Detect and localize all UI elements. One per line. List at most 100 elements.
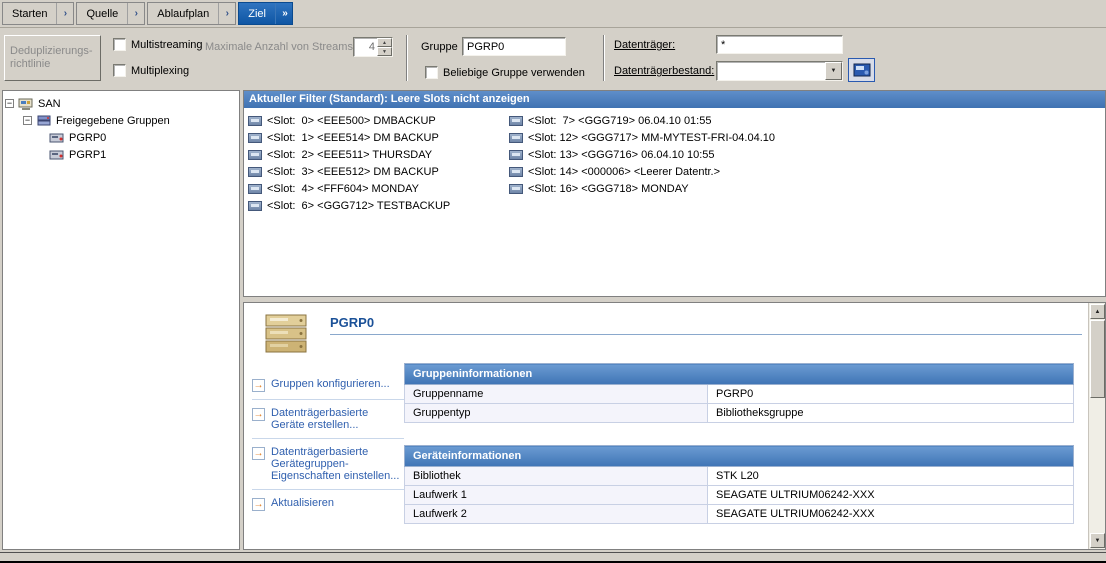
- group-details-panel: PGRP0 → Gruppen konfigurieren... → Daten…: [243, 302, 1106, 550]
- slot-label: <Slot: 3> <EEE512> DM BACKUP: [267, 166, 439, 178]
- table-row: Laufwerk 2 SEAGATE ULTRIUM06242-XXX: [405, 505, 1074, 524]
- gruppe-input[interactable]: [462, 37, 566, 56]
- tree-item-label: PGRP1: [69, 149, 106, 161]
- table-row: Bibliothek STK L20: [405, 467, 1074, 486]
- chevron-right-icon: ›: [127, 3, 144, 24]
- spinner-buttons: ▲ ▼: [377, 38, 392, 56]
- row-value: Bibliotheksgruppe: [708, 404, 1074, 423]
- tape-icon: [248, 184, 262, 194]
- datentraeger-label: Datenträger:: [614, 39, 675, 51]
- slot-item[interactable]: <Slot: 14> <000006> <Leerer Datentr.>: [509, 163, 775, 180]
- tree-item-san[interactable]: − SAN: [5, 95, 237, 112]
- row-label: Gruppentyp: [405, 404, 708, 423]
- slot-column-2: <Slot: 7> <GGG719> 06.04.10 01:55 <Slot:…: [509, 112, 775, 197]
- slot-item[interactable]: <Slot: 7> <GGG719> 06.04.10 01:55: [509, 112, 775, 129]
- scroll-up-icon[interactable]: ▲: [1090, 304, 1105, 319]
- toolbar-separator: [406, 35, 408, 81]
- link-arrow-icon: →: [252, 498, 265, 511]
- link-label: Datenträgerbasierte Geräte erstellen...: [271, 407, 404, 431]
- slot-label: <Slot: 13> <GGG716> 06.04.10 10:55: [528, 149, 715, 161]
- vertical-scrollbar[interactable]: ▲ ▼: [1088, 303, 1105, 549]
- datentraegerbestand-label: Datenträgerbestand:: [614, 65, 714, 77]
- spin-down-icon[interactable]: ▼: [377, 47, 392, 56]
- slot-item[interactable]: <Slot: 16> <GGG718> MONDAY: [509, 180, 775, 197]
- tree-item-label: SAN: [38, 98, 61, 110]
- scroll-down-icon[interactable]: ▼: [1090, 533, 1105, 548]
- slot-item[interactable]: <Slot: 12> <GGG717> MM-MYTEST-FRI-04.04.…: [509, 129, 775, 146]
- slot-list: <Slot: 0> <EEE500> DMBACKUP <Slot: 1> <E…: [244, 108, 1105, 214]
- max-streams-value: 4: [354, 38, 377, 56]
- media-cartridge-icon: [853, 63, 871, 77]
- tree-item-pgrp0[interactable]: PGRP0: [5, 129, 237, 146]
- datentraeger-input[interactable]: [716, 35, 843, 54]
- tab-ziel-label: Ziel: [239, 3, 275, 24]
- multiplexing-label[interactable]: Multiplexing: [131, 65, 189, 77]
- action-links: → Gruppen konfigurieren... → Datenträger…: [252, 371, 404, 518]
- table-header: Geräteinformationen: [405, 446, 1074, 467]
- datentraegerbestand-select[interactable]: ▼: [716, 61, 843, 81]
- tape-icon: [248, 133, 262, 143]
- dropdown-arrow-icon[interactable]: ▼: [825, 62, 842, 80]
- datentraegerbestand-value: [717, 62, 825, 80]
- spin-up-icon[interactable]: ▲: [377, 38, 392, 47]
- beliebige-gruppe-label[interactable]: Beliebige Gruppe verwenden: [443, 67, 585, 79]
- tape-icon: [509, 116, 523, 126]
- main-area: − SAN − Freigegebene Gruppen PGRP0: [0, 89, 1106, 551]
- slot-item[interactable]: <Slot: 6> <GGG712> TESTBACKUP: [248, 197, 1105, 214]
- slot-item[interactable]: <Slot: 13> <GGG716> 06.04.10 10:55: [509, 146, 775, 163]
- link-geraete-erstellen[interactable]: → Datenträgerbasierte Geräte erstellen..…: [252, 399, 404, 438]
- geraeteinformationen-table: Geräteinformationen Bibliothek STK L20 L…: [404, 445, 1074, 524]
- tape-icon: [248, 150, 262, 160]
- deduplizierungsrichtlinie-button[interactable]: Deduplizierungs-richtlinie: [4, 35, 101, 81]
- title-divider: [330, 334, 1082, 335]
- multistreaming-label[interactable]: Multistreaming: [131, 39, 203, 51]
- drive-stack-icon: [261, 311, 311, 360]
- info-tables: Gruppeninformationen Gruppenname PGRP0 G…: [404, 363, 1074, 546]
- row-value: STK L20: [708, 467, 1074, 486]
- slot-label: <Slot: 0> <EEE500> DMBACKUP: [267, 115, 436, 127]
- chevron-right-icon: ›: [218, 3, 235, 24]
- media-pool-button[interactable]: [848, 58, 875, 82]
- tree-item-pgrp1[interactable]: PGRP1: [5, 146, 237, 163]
- row-label: Bibliothek: [405, 467, 708, 486]
- row-value: SEAGATE ULTRIUM06242-XXX: [708, 505, 1074, 524]
- slot-label: <Slot: 7> <GGG719> 06.04.10 01:55: [528, 115, 711, 127]
- multistreaming-checkbox[interactable]: [113, 38, 126, 51]
- gruppeninformationen-table: Gruppeninformationen Gruppenname PGRP0 G…: [404, 363, 1074, 423]
- slots-panel: Aktueller Filter (Standard): Leere Slots…: [243, 90, 1106, 297]
- link-label: Aktualisieren: [271, 497, 334, 509]
- tape-icon: [509, 150, 523, 160]
- slot-label: <Slot: 6> <GGG712> TESTBACKUP: [267, 200, 450, 212]
- link-aktualisieren[interactable]: → Aktualisieren: [252, 489, 404, 518]
- max-streams-spinner[interactable]: 4 ▲ ▼: [353, 37, 393, 57]
- row-value: SEAGATE ULTRIUM06242-XXX: [708, 486, 1074, 505]
- link-gruppen-konfigurieren[interactable]: → Gruppen konfigurieren...: [252, 371, 404, 399]
- multistreaming-option: Multistreaming: [113, 38, 203, 51]
- collapse-icon[interactable]: −: [5, 99, 14, 108]
- table-row: Laufwerk 1 SEAGATE ULTRIUM06242-XXX: [405, 486, 1074, 505]
- slot-label: <Slot: 12> <GGG717> MM-MYTEST-FRI-04.04.…: [528, 132, 775, 144]
- tab-ablaufplan[interactable]: Ablaufplan ›: [147, 2, 236, 25]
- right-area: Aktueller Filter (Standard): Leere Slots…: [243, 90, 1106, 550]
- tab-ziel[interactable]: Ziel »: [238, 2, 293, 25]
- row-label: Gruppenname: [405, 385, 708, 404]
- scrollbar-thumb[interactable]: [1090, 320, 1105, 398]
- tree-item-freigegebene-gruppen[interactable]: − Freigegebene Gruppen: [5, 112, 237, 129]
- link-geraetegruppen-eigenschaften[interactable]: → Datenträgerbasierte Gerätegruppen-Eige…: [252, 438, 404, 489]
- tape-icon: [509, 133, 523, 143]
- multiplexing-checkbox[interactable]: [113, 64, 126, 77]
- collapse-icon[interactable]: −: [23, 116, 32, 125]
- link-arrow-icon: →: [252, 447, 265, 460]
- link-arrow-icon: →: [252, 408, 265, 421]
- row-label: Laufwerk 1: [405, 486, 708, 505]
- wizard-tab-bar: Starten › Quelle › Ablaufplan › Ziel »: [0, 0, 1106, 28]
- shared-groups-icon: [36, 114, 52, 128]
- tab-starten[interactable]: Starten ›: [2, 2, 74, 25]
- tape-icon: [248, 201, 262, 211]
- tab-quelle[interactable]: Quelle ›: [76, 2, 145, 25]
- tape-icon: [248, 167, 262, 177]
- row-value: PGRP0: [708, 385, 1074, 404]
- beliebige-gruppe-checkbox[interactable]: [425, 66, 438, 79]
- slot-label: <Slot: 16> <GGG718> MONDAY: [528, 183, 689, 195]
- details-title: PGRP0: [330, 315, 374, 330]
